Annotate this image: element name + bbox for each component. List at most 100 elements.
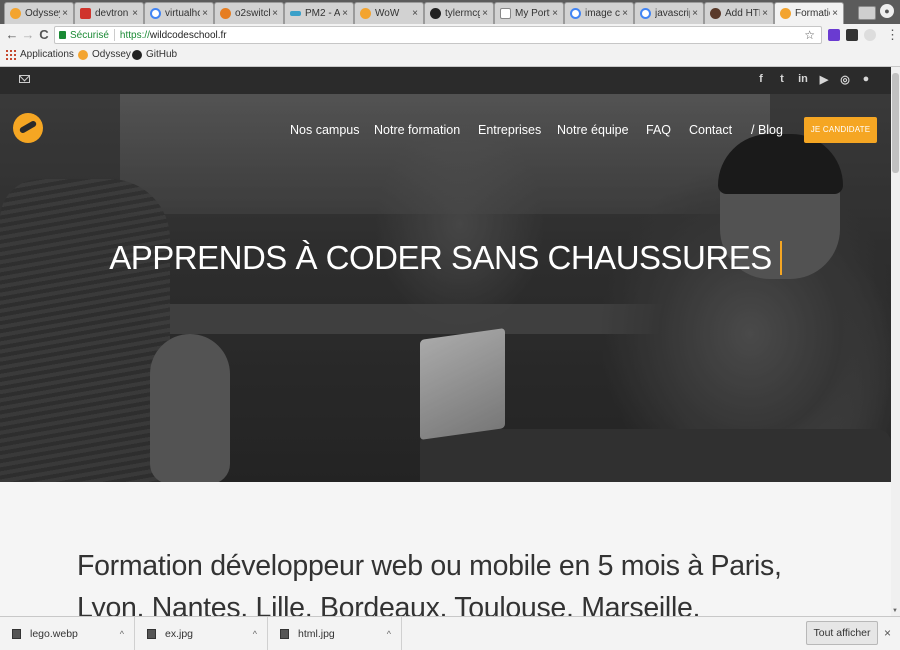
file-icon bbox=[12, 628, 21, 639]
apply-button[interactable]: JE CANDIDATE bbox=[804, 117, 877, 143]
tab-google-image[interactable]: image co × bbox=[564, 2, 634, 24]
tab-title: PM2 - Ad bbox=[305, 8, 340, 19]
google-icon bbox=[150, 8, 161, 19]
tab-title: virtualhc bbox=[165, 8, 200, 19]
tab-close-icon[interactable]: × bbox=[130, 8, 140, 19]
tab-title: javascrip bbox=[655, 8, 690, 19]
file-icon bbox=[280, 628, 289, 639]
github-icon[interactable]: ● bbox=[859, 73, 873, 85]
extension-icon[interactable] bbox=[846, 29, 858, 41]
odyssey-icon bbox=[10, 8, 21, 19]
close-icon[interactable]: × bbox=[884, 626, 891, 640]
tab-close-icon[interactable]: × bbox=[340, 8, 350, 19]
download-item[interactable]: ex.jpg ^ bbox=[135, 617, 268, 650]
tab-close-icon[interactable]: × bbox=[270, 8, 280, 19]
bookmark-github[interactable]: GitHub bbox=[132, 49, 177, 60]
tab-title: devtron bbox=[95, 8, 129, 19]
tab-close-icon[interactable]: × bbox=[480, 8, 490, 19]
tab-github-tylermcg[interactable]: tylermcg × bbox=[424, 2, 494, 24]
chrome-menu-icon[interactable]: ⋮ bbox=[886, 27, 899, 43]
hero-headline: APPRENDS À CODER SANS CHAUSSURES bbox=[0, 239, 891, 277]
tab-title: image co bbox=[585, 8, 620, 19]
tab-close-icon[interactable]: × bbox=[550, 8, 560, 19]
tab-title: Add HTM bbox=[725, 8, 760, 19]
tab-close-icon[interactable]: × bbox=[830, 8, 840, 19]
tab-title: Odyssey bbox=[25, 8, 60, 19]
nav-link-equipe[interactable]: Notre équipe bbox=[557, 123, 629, 137]
bookmark-star-icon[interactable]: ☆ bbox=[804, 28, 815, 42]
nav-link-faq[interactable]: FAQ bbox=[646, 123, 671, 137]
o2switch-icon bbox=[220, 8, 231, 19]
tab-wow[interactable]: WoW × bbox=[354, 2, 424, 24]
hero-photo-overlay bbox=[0, 94, 891, 482]
tab-google-javascript[interactable]: javascrip × bbox=[634, 2, 704, 24]
twitter-icon[interactable]: t bbox=[775, 73, 789, 85]
chevron-up-icon[interactable]: ^ bbox=[120, 629, 124, 639]
tab-devtron[interactable]: devtron × bbox=[74, 2, 144, 24]
download-item[interactable]: html.jpg ^ bbox=[268, 617, 402, 650]
devtron-icon bbox=[80, 8, 91, 19]
extension-icon[interactable] bbox=[864, 29, 876, 41]
bookmark-odyssey[interactable]: Odyssey bbox=[78, 49, 131, 60]
tab-title: o2switch bbox=[235, 8, 270, 19]
tab-o2switch[interactable]: o2switch × bbox=[214, 2, 284, 24]
nav-link-formation[interactable]: Notre formation bbox=[374, 123, 460, 137]
mail-icon[interactable] bbox=[19, 75, 30, 83]
google-icon bbox=[570, 8, 581, 19]
tab-strip: Odyssey × devtron × virtualhc × o2switch… bbox=[0, 0, 900, 24]
nav-link-blog[interactable]: / Blog bbox=[751, 123, 783, 137]
pm2-icon bbox=[290, 11, 301, 16]
google-icon bbox=[640, 8, 651, 19]
instagram-icon[interactable]: ◎ bbox=[838, 73, 852, 86]
document-icon bbox=[500, 8, 511, 19]
tab-title: My Portf bbox=[515, 8, 550, 19]
bookmark-applications[interactable]: Applications bbox=[6, 49, 74, 60]
download-filename: html.jpg bbox=[298, 627, 335, 640]
reload-button[interactable]: C bbox=[37, 27, 51, 43]
tab-close-icon[interactable]: × bbox=[690, 8, 700, 19]
tab-close-icon[interactable]: × bbox=[60, 8, 70, 19]
page-scrollbar[interactable]: ▼ bbox=[891, 67, 900, 616]
facebook-icon[interactable]: f bbox=[754, 73, 768, 85]
typing-cursor bbox=[779, 241, 782, 275]
browser-toolbar: ← → C Sécurisé https:// wildcodeschool.f… bbox=[0, 24, 900, 46]
github-icon bbox=[430, 8, 441, 19]
profile-icon[interactable]: ● bbox=[880, 4, 894, 18]
file-icon bbox=[147, 628, 156, 639]
nav-link-entreprises[interactable]: Entreprises bbox=[478, 123, 541, 137]
tab-close-icon[interactable]: × bbox=[410, 8, 420, 19]
linkedin-icon[interactable]: in bbox=[796, 73, 810, 85]
forward-button[interactable]: → bbox=[21, 27, 35, 43]
download-filename: lego.webp bbox=[30, 627, 78, 640]
tab-google-virtualhost[interactable]: virtualhc × bbox=[144, 2, 214, 24]
wild-code-school-logo-icon[interactable] bbox=[13, 113, 43, 143]
tab-close-icon[interactable]: × bbox=[200, 8, 210, 19]
nav-link-contact[interactable]: Contact bbox=[689, 123, 732, 137]
new-tab-button[interactable] bbox=[858, 6, 876, 20]
chevron-up-icon[interactable]: ^ bbox=[253, 629, 257, 639]
tab-title: WoW bbox=[375, 8, 400, 19]
tab-add-html[interactable]: Add HTM × bbox=[704, 2, 774, 24]
tab-formation-active[interactable]: Formatio × bbox=[774, 2, 844, 24]
scroll-down-arrow-icon[interactable]: ▼ bbox=[892, 608, 898, 614]
nav-link-campus[interactable]: Nos campus bbox=[290, 123, 359, 137]
download-filename: ex.jpg bbox=[165, 627, 194, 640]
tab-close-icon[interactable]: × bbox=[620, 8, 630, 19]
bookmark-label: Odyssey bbox=[92, 49, 131, 60]
show-all-downloads-button[interactable]: Tout afficher bbox=[806, 621, 878, 645]
tab-title: Formatio bbox=[795, 8, 830, 19]
tab-pm2[interactable]: PM2 - Ad × bbox=[284, 2, 354, 24]
odyssey-icon bbox=[78, 49, 88, 60]
back-button[interactable]: ← bbox=[5, 27, 19, 43]
youtube-icon[interactable]: ▶ bbox=[817, 73, 831, 86]
address-bar[interactable]: Sécurisé https:// wildcodeschool.fr ☆ bbox=[54, 26, 822, 44]
extension-icon[interactable] bbox=[828, 29, 840, 41]
chevron-up-icon[interactable]: ^ bbox=[387, 629, 391, 639]
download-item[interactable]: lego.webp ^ bbox=[0, 617, 135, 650]
odyssey-icon bbox=[780, 8, 791, 19]
scrollbar-thumb[interactable] bbox=[892, 73, 899, 173]
tab-close-icon[interactable]: × bbox=[760, 8, 770, 19]
tab-odyssey[interactable]: Odyssey × bbox=[4, 2, 74, 24]
secure-label: Sécurisé bbox=[70, 29, 109, 41]
tab-my-portfolio[interactable]: My Portf × bbox=[494, 2, 564, 24]
